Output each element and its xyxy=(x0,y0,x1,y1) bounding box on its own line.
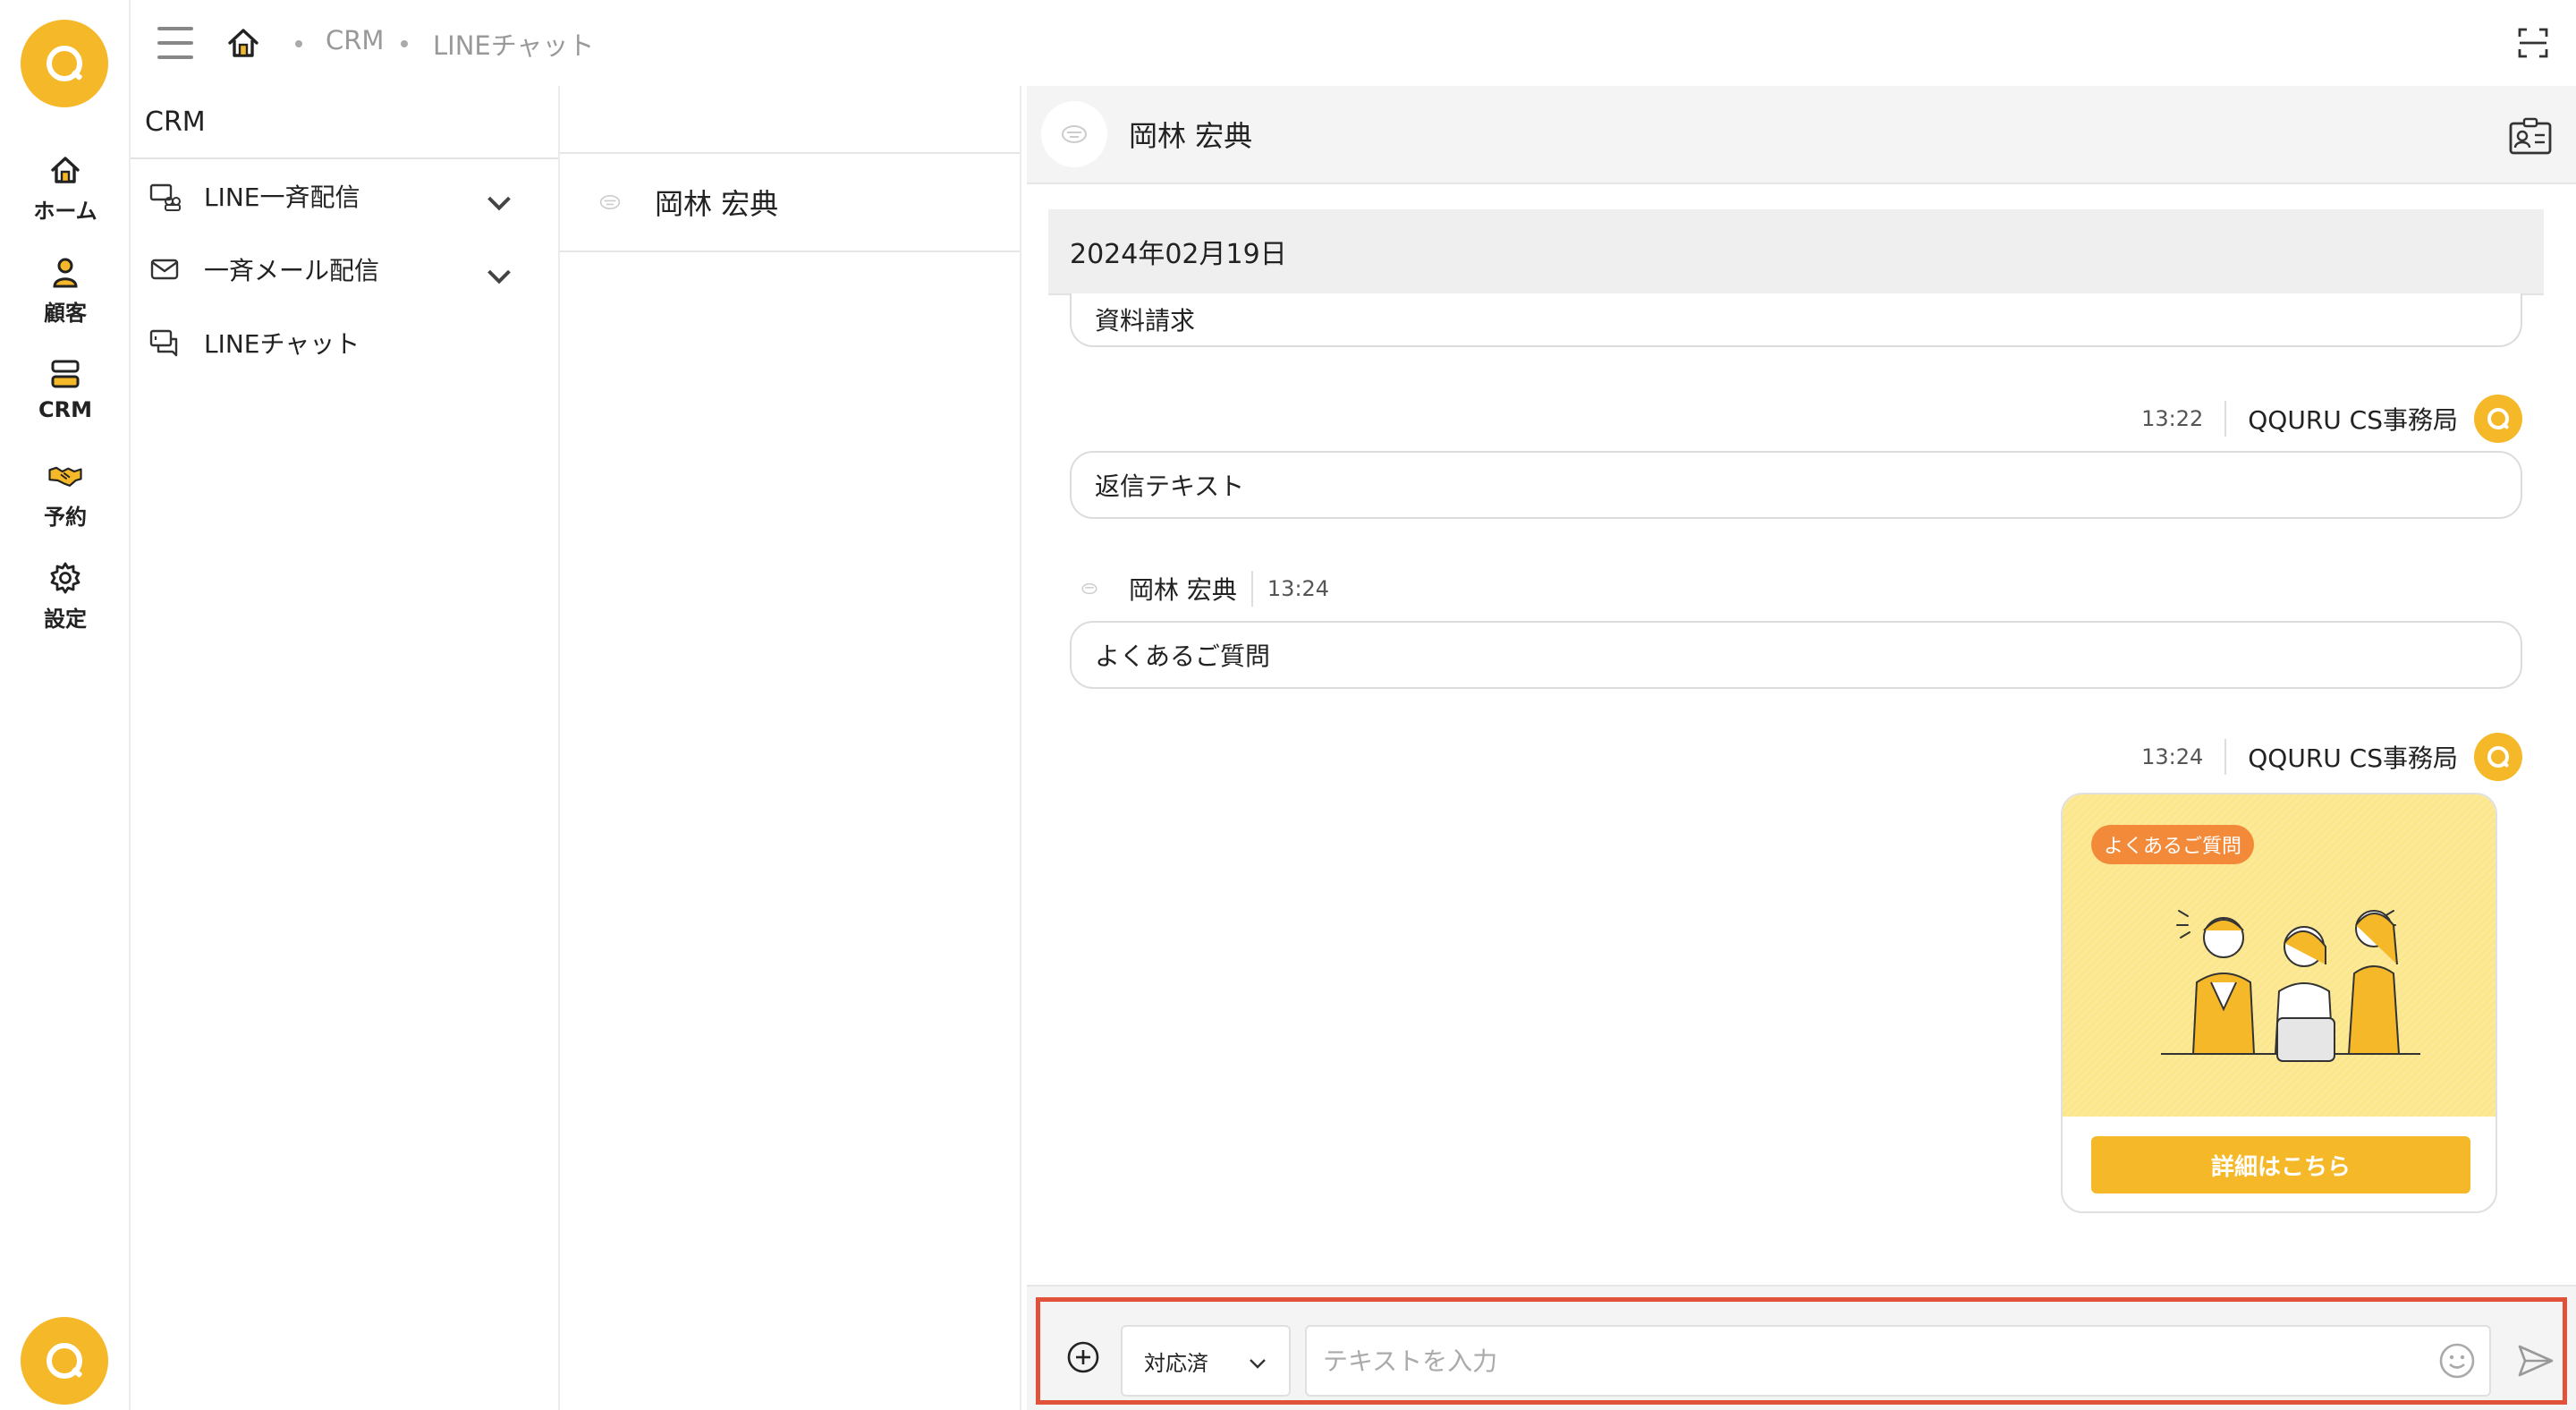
q-logo-icon xyxy=(47,46,82,81)
message-input[interactable] xyxy=(1305,1325,2491,1397)
rail-item-crm[interactable]: CRM xyxy=(0,356,131,422)
contact-avatar-icon xyxy=(1041,101,1107,167)
rail-item-settings[interactable]: 設定 xyxy=(0,560,131,633)
contact-avatar-icon xyxy=(1077,576,1102,601)
line-broadcast-icon xyxy=(149,183,181,211)
rail-item-reservation[interactable]: 予約 xyxy=(0,458,131,531)
gear-icon xyxy=(50,562,80,594)
sender-avatar xyxy=(2474,733,2522,781)
conversation-item[interactable]: 岡林 宏典 xyxy=(560,154,1020,252)
add-attachment-icon[interactable] xyxy=(1065,1339,1101,1375)
message-composer: 対応済 xyxy=(1027,1285,2576,1410)
chevron-down-icon xyxy=(487,196,511,211)
conversation-list-header xyxy=(560,86,1020,154)
q-logo-icon xyxy=(2487,408,2509,429)
sender-avatar xyxy=(2474,395,2522,443)
message-bubble: 返信テキスト xyxy=(1070,451,2522,519)
fullscreen-icon[interactable] xyxy=(2517,27,2549,59)
breadcrumb-crm[interactable]: CRM xyxy=(326,25,384,55)
breadcrumb-separator xyxy=(295,40,302,47)
contact-avatar-icon xyxy=(592,184,628,220)
hamburger-menu-icon[interactable] xyxy=(157,27,193,59)
rail-item-home[interactable]: ホーム xyxy=(0,152,131,225)
message-bubble: よくあるご質問 xyxy=(1070,621,2522,689)
profile-card-icon[interactable] xyxy=(2508,116,2553,156)
crm-menu: CRM LINE一斉配信 一斉メール配信 LINEチャット xyxy=(131,86,560,1410)
send-icon[interactable] xyxy=(2516,1341,2555,1380)
menu-item-mail-broadcast[interactable]: 一斉メール配信 xyxy=(131,233,558,306)
chat-header: 岡林 宏典 xyxy=(1027,86,2576,184)
q-logo-icon xyxy=(2487,746,2509,768)
card-detail-button[interactable]: 詳細はこちら xyxy=(2091,1136,2470,1193)
composer-highlight-frame: 対応済 xyxy=(1036,1297,2567,1405)
conversation-name: 岡林 宏典 xyxy=(655,187,779,221)
message-text: 資料請求 xyxy=(1095,306,1196,336)
menu-item-line-broadcast[interactable]: LINE一斉配信 xyxy=(131,159,558,233)
home-icon xyxy=(51,157,80,183)
date-separator: 2024年02月19日 xyxy=(1048,209,2544,295)
chevron-down-icon xyxy=(1250,1359,1266,1369)
rail-label-settings: 設定 xyxy=(44,607,87,632)
conversation-list: 岡林 宏典 xyxy=(560,86,1021,1410)
status-select-value: 対応済 xyxy=(1144,1350,1208,1376)
chevron-down-icon xyxy=(487,269,511,285)
rich-message-card: よくあるご質問 詳細はこちら xyxy=(2061,793,2497,1213)
chat-panel: 岡林 宏典 2024年02月19日 資料請求 13:22 QQURU CS事務局… xyxy=(1027,86,2576,1410)
top-bar: CRM LINEチャット xyxy=(131,0,2576,86)
status-select[interactable]: 対応済 xyxy=(1121,1325,1291,1397)
message-sender: QQURU CS事務局 xyxy=(2248,405,2458,435)
person-icon xyxy=(53,258,78,288)
handshake-icon xyxy=(48,466,82,487)
mail-icon xyxy=(150,259,179,280)
menu-item-label: LINEチャット xyxy=(204,329,360,359)
account-avatar[interactable] xyxy=(21,1317,108,1405)
menu-item-label: LINE一斉配信 xyxy=(204,183,360,212)
rail-label-home: ホーム xyxy=(33,199,97,224)
menu-item-line-chat[interactable]: LINEチャット xyxy=(131,306,558,379)
breadcrumb-line-chat: LINEチャット xyxy=(433,30,595,61)
message-meta: 13:24 QQURU CS事務局 xyxy=(2141,732,2522,782)
message-time: 13:24 xyxy=(1267,576,1330,601)
breadcrumb-home-icon[interactable] xyxy=(225,25,261,61)
message-bubble: 資料請求 xyxy=(1070,293,2522,347)
card-image: よくあるご質問 xyxy=(2063,794,2496,1117)
menu-title: CRM xyxy=(131,86,558,159)
q-logo-icon xyxy=(47,1343,82,1379)
message-sender: QQURU CS事務局 xyxy=(2248,743,2458,773)
app-logo[interactable] xyxy=(21,20,108,107)
breadcrumb-separator xyxy=(401,40,408,47)
app-rail: ホーム 顧客 CRM 予約 設定 xyxy=(0,0,131,1410)
rail-label-reservation: 予約 xyxy=(44,505,87,530)
crm-icon xyxy=(51,360,80,388)
message-meta: 岡林 宏典 13:24 xyxy=(1077,564,1329,614)
message-text: よくあるご質問 xyxy=(1095,641,1271,671)
rail-item-customers[interactable]: 顧客 xyxy=(0,254,131,327)
message-time: 13:22 xyxy=(2141,401,2227,437)
people-illustration-icon xyxy=(2161,910,2420,1062)
message-time: 13:24 xyxy=(2141,739,2227,775)
message-meta: 13:22 QQURU CS事務局 xyxy=(2141,394,2522,444)
chat-contact-name: 岡林 宏典 xyxy=(1129,119,1253,153)
message-sender: 岡林 宏典 xyxy=(1129,571,1253,607)
menu-item-label: 一斉メール配信 xyxy=(204,256,380,285)
emoji-icon[interactable] xyxy=(2437,1341,2477,1380)
message-text: 返信テキスト xyxy=(1095,471,1245,501)
rail-label-customers: 顧客 xyxy=(44,301,87,326)
rail-label-crm: CRM xyxy=(38,397,92,422)
chat-icon xyxy=(149,329,178,357)
